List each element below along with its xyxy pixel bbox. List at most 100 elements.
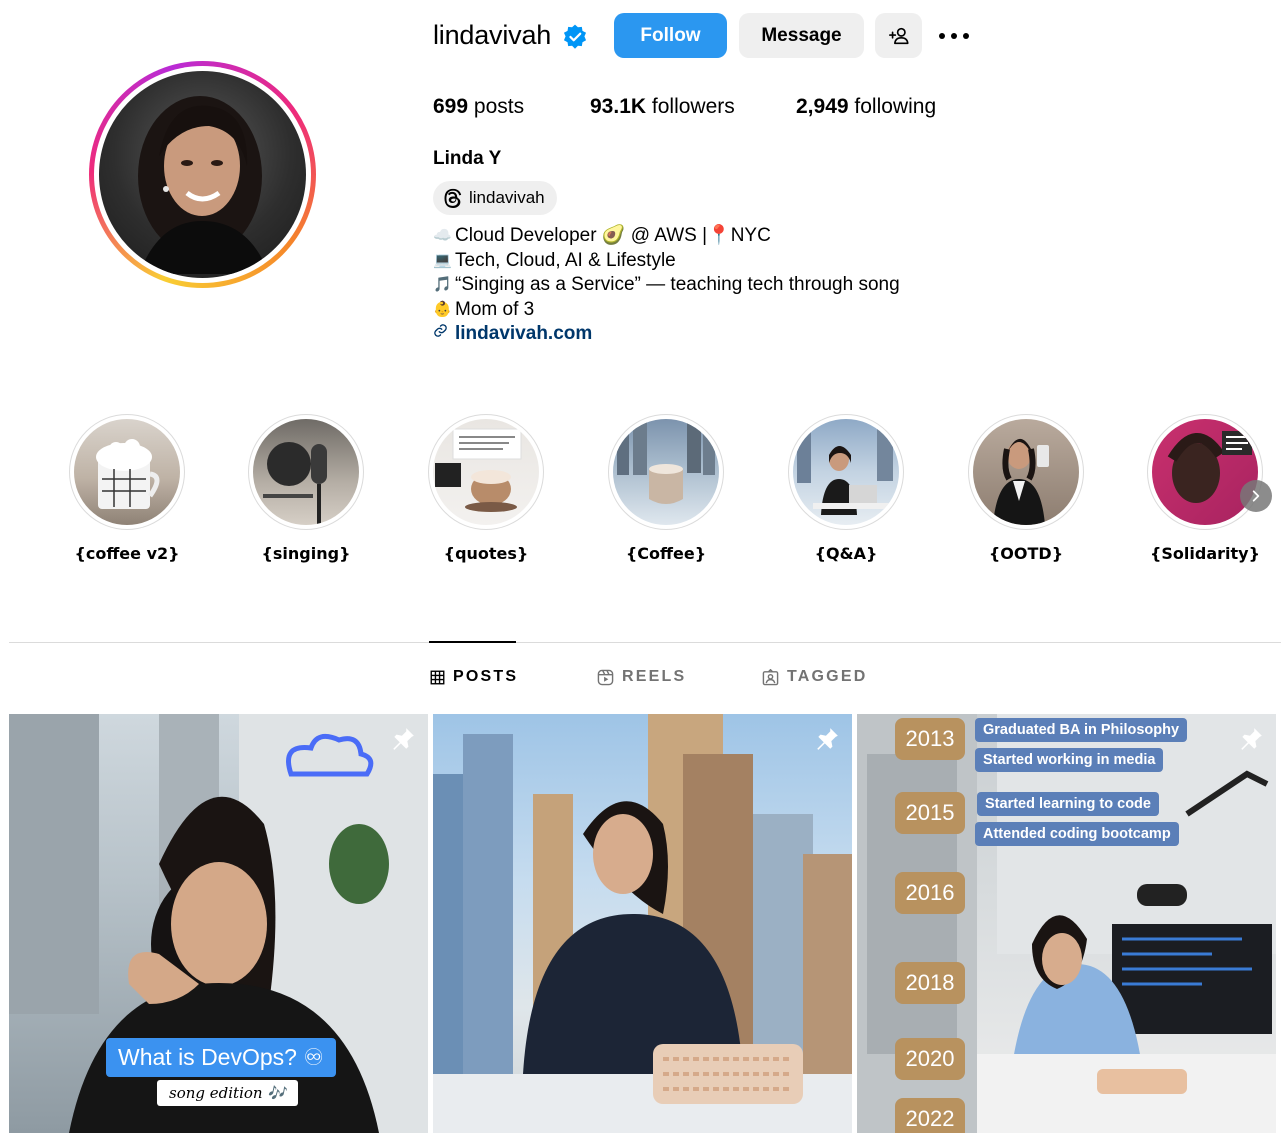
music-note-emoji-icon: 🎵 <box>433 276 452 293</box>
followers-count: 93.1K <box>590 95 647 118</box>
bio-text: Mom of 3 <box>455 298 535 320</box>
avatar-portrait <box>138 96 269 274</box>
following-stat[interactable]: 2,949 following <box>796 95 936 119</box>
followers-stat[interactable]: 93.1K followers <box>590 95 735 119</box>
link-icon <box>433 322 455 347</box>
tab-label: REELS <box>622 668 687 685</box>
timeline-event: Graduated BA in Philosophy <box>975 718 1188 742</box>
highlight-cover <box>433 419 539 525</box>
highlight-cover <box>973 419 1079 525</box>
profile-avatar-story-ring[interactable] <box>89 61 316 288</box>
threads-link-chip[interactable]: lindavivah <box>433 181 557 215</box>
timeline-event: Started learning to code <box>977 792 1159 816</box>
active-tab-indicator <box>429 641 516 643</box>
highlight-ring <box>608 414 724 530</box>
timeline-year: 2022 <box>895 1098 965 1133</box>
post-tile[interactable] <box>433 714 852 1133</box>
bio-link-line[interactable]: lindavivah.com <box>433 322 900 347</box>
post-image <box>433 714 852 1133</box>
bio-line: 🎵 “Singing as a Service” — teaching tech… <box>433 273 900 298</box>
following-count: 2,949 <box>796 95 849 118</box>
highlight-q-and-a[interactable]: {Q&A} <box>786 414 906 563</box>
highlight-cover <box>253 419 359 525</box>
highlight-ootd[interactable]: {OOTD} <box>966 414 1086 563</box>
profile-username: lindavivah <box>433 20 552 50</box>
chevron-right-icon <box>1252 490 1260 502</box>
add-person-icon <box>888 27 909 44</box>
followers-label: followers <box>651 95 735 118</box>
highlight-ring <box>69 414 185 530</box>
post-tile[interactable]: 2013 Graduated BA in Philosophy Started … <box>857 714 1276 1133</box>
message-button[interactable]: Message <box>739 13 864 58</box>
pinned-icon <box>817 728 838 750</box>
bio-line: 👶 Mom of 3 <box>433 298 900 323</box>
highlight-ring <box>788 414 904 530</box>
highlight-cover <box>74 419 180 525</box>
posts-label: posts <box>473 95 525 118</box>
pinned-icon <box>1241 728 1262 750</box>
reels-icon <box>597 669 614 685</box>
bio-text: Cloud Developer 🥑 @ AWS |📍NYC <box>455 225 771 246</box>
timeline-year: 2020 <box>895 1038 965 1080</box>
post-caption-title: What is DevOps? ♾ <box>106 1038 336 1077</box>
baby-emoji-icon: 👶 <box>433 300 452 318</box>
tagged-icon <box>762 668 779 685</box>
grid-icon <box>430 670 445 684</box>
posts-stat: 699 posts <box>433 95 524 119</box>
tab-label: TAGGED <box>787 668 868 685</box>
highlights-next-button[interactable] <box>1240 480 1272 512</box>
timeline-year: 2018 <box>895 962 965 1004</box>
tab-label: POSTS <box>453 668 519 685</box>
highlight-quotes[interactable]: {quotes} <box>426 414 546 563</box>
bio-line: ☁️ Cloud Developer 🥑 @ AWS |📍NYC <box>433 224 900 249</box>
verified-badge-icon <box>563 24 587 49</box>
timeline-year: 2015 <box>895 792 965 834</box>
highlight-ring <box>428 414 544 530</box>
website-link[interactable]: lindavivah.com <box>455 322 592 347</box>
laptop-emoji-icon: 💻 <box>433 251 452 269</box>
highlight-label: {singing} <box>261 544 351 563</box>
highlight-label: {quotes} <box>443 544 529 563</box>
threads-handle: lindavivah <box>469 188 545 207</box>
highlight-ring <box>1147 414 1263 530</box>
timeline-event: Started working in media <box>975 748 1164 772</box>
highlight-label: {OOTD} <box>988 544 1064 563</box>
highlight-label: {coffee v2} <box>74 544 180 563</box>
post-tile[interactable]: What is DevOps? ♾ song edition 🎶 <box>9 714 428 1133</box>
post-caption-subtitle: song edition 🎶 <box>157 1080 298 1106</box>
tab-posts[interactable]: POSTS <box>430 668 518 686</box>
suggested-accounts-button[interactable] <box>875 13 922 58</box>
more-options-icon <box>939 33 969 39</box>
follow-button[interactable]: Follow <box>614 13 727 58</box>
timeline-event: Attended coding bootcamp <box>975 822 1179 846</box>
tabs-divider <box>9 642 1281 643</box>
more-options-button[interactable] <box>934 22 974 50</box>
highlight-coffee[interactable]: {Coffee} <box>606 414 726 563</box>
avatar <box>99 71 306 278</box>
posts-count: 699 <box>433 95 469 118</box>
tab-tagged[interactable]: TAGGED <box>762 668 867 686</box>
threads-icon <box>444 188 462 208</box>
bio-text: Tech, Cloud, AI & Lifestyle <box>455 249 676 271</box>
highlight-cover <box>613 419 719 525</box>
pinned-icon <box>393 728 414 750</box>
timeline-year: 2013 <box>895 718 965 760</box>
following-label: following <box>854 95 937 118</box>
bio-line: 💻 Tech, Cloud, AI & Lifestyle <box>433 249 900 274</box>
highlight-label: {Coffee} <box>625 544 707 563</box>
avatar-inner <box>94 66 311 283</box>
highlight-ring <box>248 414 364 530</box>
highlight-singing[interactable]: {singing} <box>246 414 366 563</box>
profile-bio: ☁️ Cloud Developer 🥑 @ AWS |📍NYC 💻 Tech,… <box>433 224 900 347</box>
highlight-label: {Solidarity} <box>1150 544 1260 563</box>
highlight-ring <box>968 414 1084 530</box>
highlight-cover <box>1152 419 1258 525</box>
highlight-cover <box>793 419 899 525</box>
timeline-year: 2016 <box>895 872 965 914</box>
highlight-coffee-v2[interactable]: {coffee v2} <box>67 414 187 563</box>
cloud-emoji-icon: ☁️ <box>433 227 452 244</box>
tab-reels[interactable]: REELS <box>597 668 686 686</box>
highlight-label: {Q&A} <box>814 544 878 563</box>
profile-full-name: Linda Y <box>433 148 502 169</box>
bio-text: “Singing as a Service” — teaching tech t… <box>455 274 900 295</box>
